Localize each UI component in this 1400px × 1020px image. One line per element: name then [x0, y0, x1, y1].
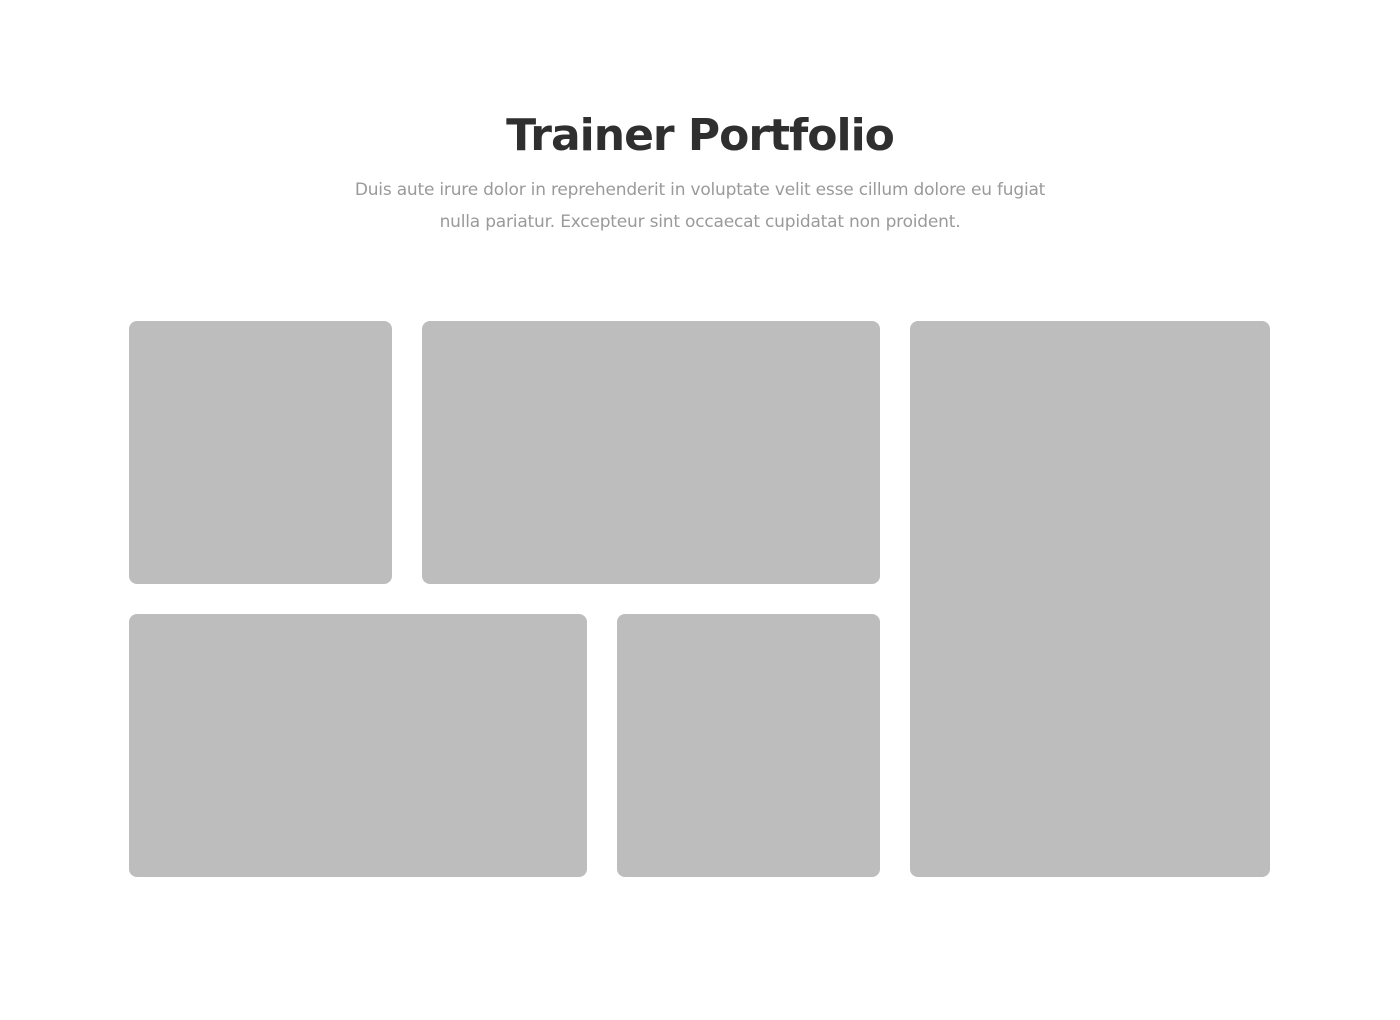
page-title: Trainer Portfolio	[506, 110, 895, 161]
portfolio-image-placeholder-5[interactable]	[617, 614, 880, 877]
page-subtitle: Duis aute irure dolor in reprehenderit i…	[354, 180, 1046, 232]
portfolio-image-placeholder-2[interactable]	[422, 321, 880, 584]
portfolio-header: Trainer Portfolio Duis aute irure dolor …	[0, 108, 1400, 238]
portfolio-image-placeholder-3[interactable]	[910, 321, 1270, 877]
portfolio-image-placeholder-1[interactable]	[129, 321, 392, 584]
portfolio-image-placeholder-4[interactable]	[129, 614, 587, 877]
